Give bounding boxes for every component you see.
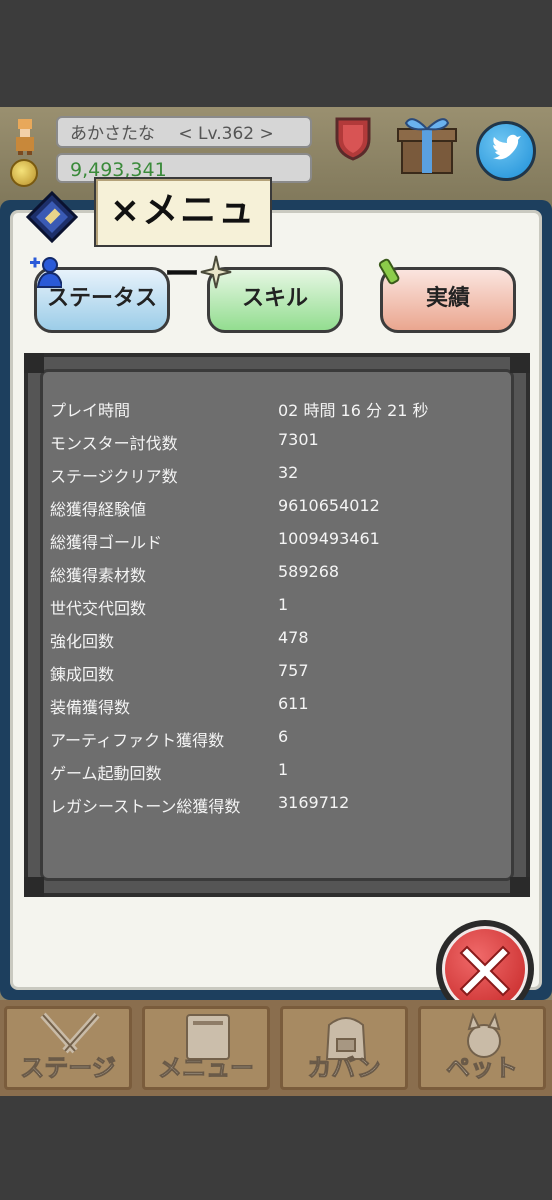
stat-value: 9610654012	[278, 496, 380, 515]
stat-value: 1009493461	[278, 529, 380, 548]
stat-label: レガシーストーン総獲得数	[50, 797, 241, 816]
stat-label: 強化回数	[50, 632, 115, 651]
stat-label: プレイ時間	[50, 401, 131, 420]
stats-list: プレイ時間 02 時間 16 分 21 秒モンスター討伐数 7301 ステージクリア数…	[50, 397, 510, 826]
board-corner	[510, 353, 530, 373]
stat-row: モンスター討伐数 7301	[50, 430, 510, 463]
stat-value: 589268	[278, 562, 340, 581]
nav-menu-label: メニュー	[158, 1054, 255, 1083]
stat-row: プレイ時間 02 時間 16 分 21 秒	[50, 397, 510, 430]
nav-pet-label: ペット	[446, 1054, 519, 1083]
board-corner	[510, 877, 530, 897]
stat-value: 7301	[278, 430, 319, 449]
stat-row: 強化回数 478	[50, 628, 510, 661]
stat-value: 02 時間 16 分 21 秒	[278, 401, 429, 420]
menu-title: ×メニュー	[94, 177, 272, 295]
twitter-bird-icon	[493, 134, 521, 160]
stat-value: 32	[278, 463, 299, 482]
player-name-bar: あかさたな < Lv.362 >	[56, 116, 312, 148]
twitter-button[interactable]	[476, 121, 536, 181]
stat-row: レガシーストーン総獲得数 3169712	[50, 793, 510, 826]
stat-row: ゲーム起動回数 1	[50, 760, 510, 793]
nav-stage-button[interactable]: ステージ	[4, 1006, 132, 1090]
game-screen: あかさたな < Lv.362 > 9,493,341 ×メニュー ステータス ス…	[0, 107, 552, 1096]
stat-value: 3169712	[278, 793, 350, 812]
stat-value: 6	[278, 727, 289, 746]
stat-value: 1	[278, 595, 289, 614]
hero-sprite-icon	[16, 119, 34, 155]
shield-icon[interactable]	[333, 115, 373, 161]
stat-row: 錬成回数 757	[50, 661, 510, 694]
bottom-nav: ステージ メニュー カバン ペット	[0, 1000, 552, 1096]
stat-label: アーティファクト獲得数	[50, 731, 225, 750]
player-name: あかさたな	[70, 124, 155, 144]
nav-menu-button[interactable]: メニュー	[142, 1006, 270, 1090]
close-x-icon	[459, 945, 511, 997]
coin-icon	[10, 159, 38, 187]
stat-row: 世代交代回数 1	[50, 595, 510, 628]
skill-tab-label: スキル	[241, 286, 308, 311]
stat-label: 錬成回数	[50, 665, 115, 684]
gift-box-icon[interactable]	[396, 113, 458, 177]
nav-bag-label: カバン	[307, 1054, 381, 1083]
person-plus-icon	[30, 257, 62, 288]
stat-row: 総獲得素材数 589268	[50, 562, 510, 595]
stat-value: 1	[278, 760, 289, 779]
stat-label: モンスター討伐数	[50, 434, 178, 453]
stat-label: ゲーム起動回数	[50, 764, 162, 783]
stat-row: 装備獲得数 611	[50, 694, 510, 727]
record-tab-label: 実績	[425, 286, 470, 311]
stat-label: ステージクリア数	[50, 467, 178, 486]
sparkle-icon	[200, 255, 232, 289]
scroll-icon	[378, 258, 400, 285]
stat-label: 装備獲得数	[50, 698, 131, 717]
player-level: < Lv.362 >	[178, 124, 274, 144]
stat-row: 総獲得経験値 9610654012	[50, 496, 510, 529]
stat-row: ステージクリア数 32	[50, 463, 510, 496]
stat-value: 478	[278, 628, 309, 647]
nav-pet-button[interactable]: ペット	[418, 1006, 546, 1090]
stat-label: 世代交代回数	[50, 599, 147, 618]
book-icon	[25, 190, 79, 244]
stat-label: 総獲得素材数	[50, 566, 147, 585]
stat-row: 総獲得ゴールド 1009493461	[50, 529, 510, 562]
stat-row: アーティファクト獲得数 6	[50, 727, 510, 760]
nav-stage-label: ステージ	[20, 1054, 117, 1083]
stat-label: 総獲得ゴールド	[50, 533, 163, 552]
stat-value: 611	[278, 694, 309, 713]
status-tab-label: ステータス	[46, 286, 157, 311]
nav-bag-button[interactable]: カバン	[280, 1006, 408, 1090]
board-corner	[24, 353, 44, 373]
board-corner	[24, 877, 44, 897]
stat-label: 総獲得経験値	[50, 500, 147, 519]
stat-value: 757	[278, 661, 309, 680]
